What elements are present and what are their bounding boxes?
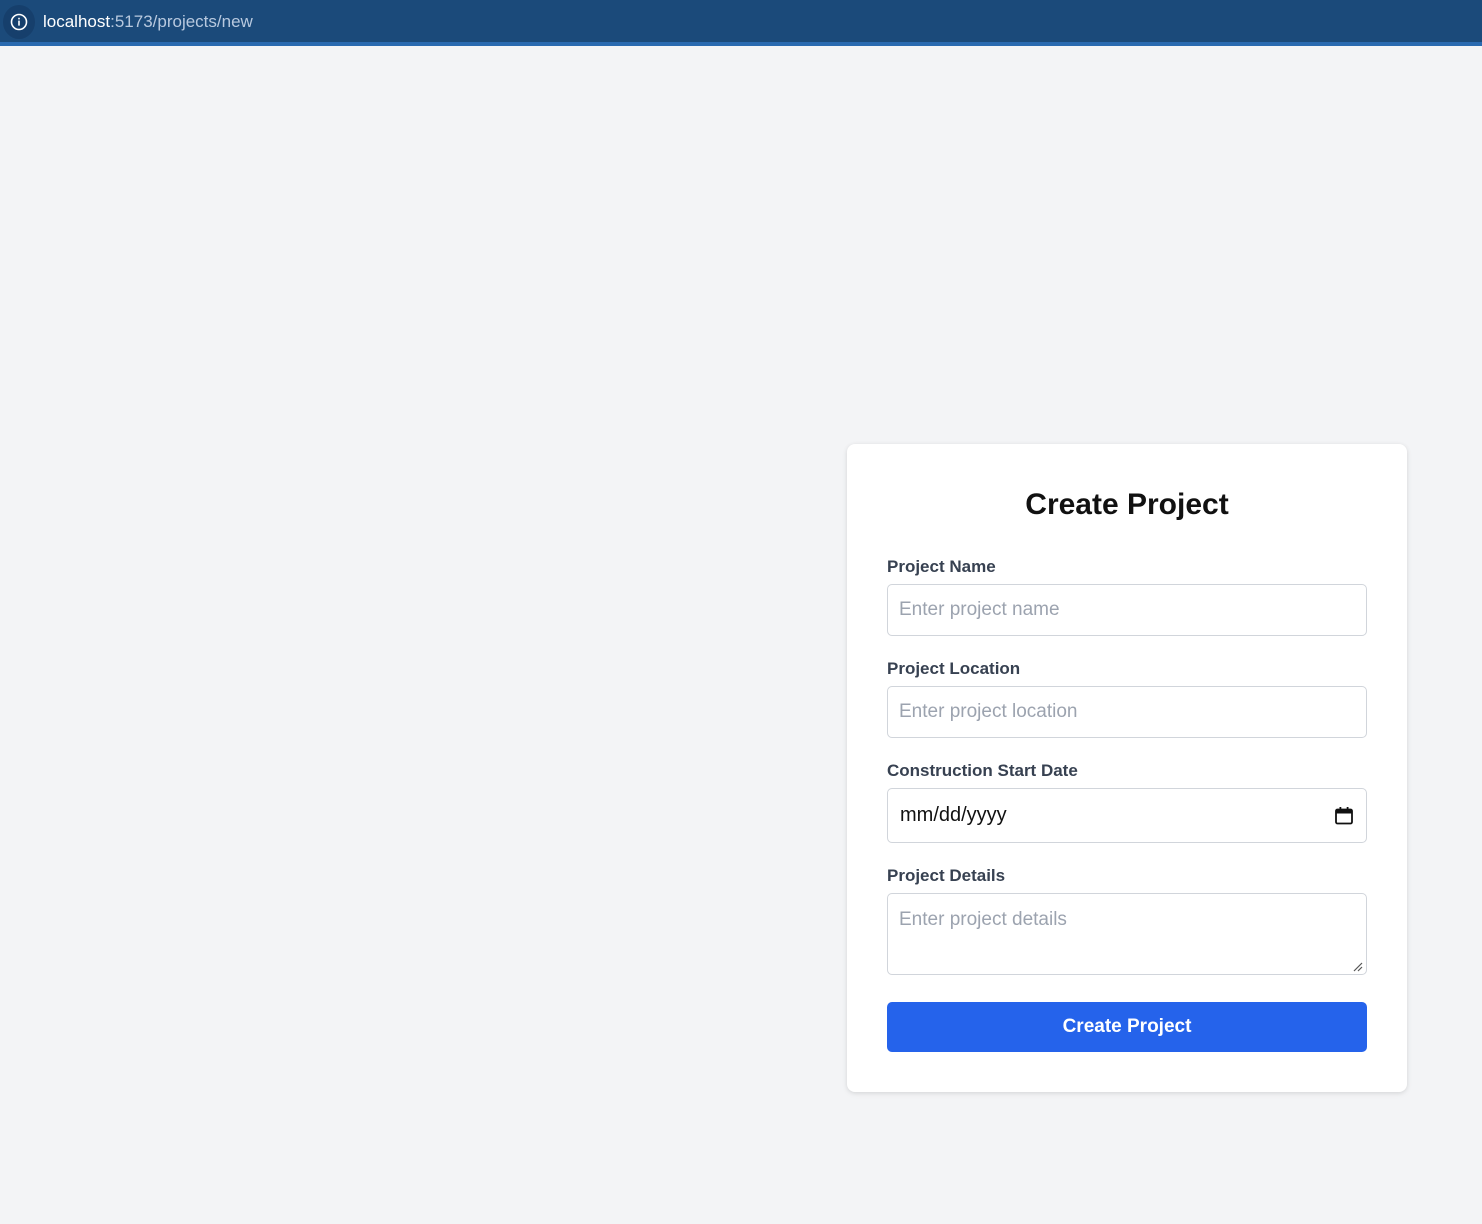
- calendar-icon[interactable]: [1334, 806, 1354, 826]
- browser-address-bar: localhost:5173/projects/new: [0, 0, 1482, 46]
- info-icon: [10, 13, 28, 31]
- project-location-label: Project Location: [887, 659, 1021, 678]
- project-details-label: Project Details: [887, 866, 1006, 885]
- start-date-display: mm/dd/yyyy: [900, 804, 1007, 826]
- project-details-textarea[interactable]: [887, 893, 1367, 975]
- url-field[interactable]: localhost:5173/projects/new: [43, 12, 253, 32]
- url-path: :5173/projects/new: [110, 12, 253, 31]
- start-date-label: Construction Start Date: [887, 761, 1078, 780]
- page-title: Create Project: [1025, 488, 1229, 521]
- url-host: localhost: [43, 12, 111, 31]
- resize-handle-icon[interactable]: [1353, 962, 1363, 972]
- project-location-input[interactable]: [887, 686, 1367, 738]
- start-date-input[interactable]: mm/dd/yyyy: [887, 788, 1367, 843]
- site-info-button[interactable]: [3, 5, 35, 39]
- project-name-label: Project Name: [887, 557, 996, 576]
- project-name-input[interactable]: [887, 584, 1367, 636]
- create-project-button[interactable]: Create Project: [887, 1002, 1367, 1052]
- create-project-card: Create Project Project Name Project Loca…: [847, 444, 1407, 1092]
